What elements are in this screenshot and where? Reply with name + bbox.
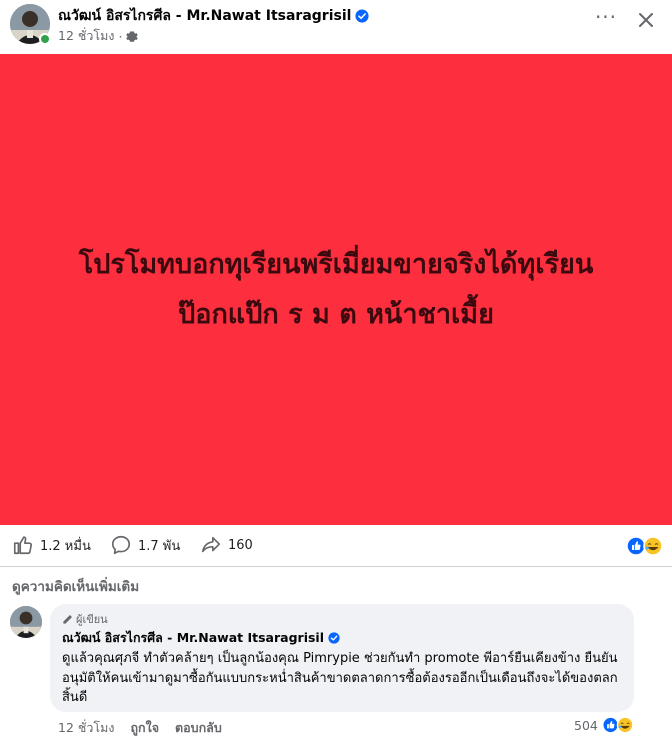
comment-reaction-icons	[602, 716, 634, 734]
engagement-bar: 1.2 หมื่น 1.7 พัน 160	[0, 528, 672, 566]
comment-count: 1.7 พัน	[138, 538, 181, 554]
comment-bubble: ผู้เขียน ณวัฒน์ อิสรไกรศีล - Mr.Nawat It…	[50, 604, 634, 712]
online-status-dot	[39, 33, 51, 45]
audience-settings-icon[interactable]	[126, 30, 139, 42]
comment-like-button[interactable]: ถูกใจ	[130, 718, 159, 738]
comment-text: ดูแล้วคุณศุภจี ทำตัวคล้ายๆ เป็นลูกน้องคุ…	[62, 651, 618, 705]
commenter-avatar[interactable]	[10, 606, 42, 638]
share-count: 160	[228, 537, 253, 553]
more-options-button[interactable]: ···	[592, 7, 620, 30]
comment-button[interactable]: 1.7 พัน	[110, 534, 180, 556]
share-icon	[201, 536, 221, 553]
close-icon[interactable]	[634, 8, 658, 32]
post-meta: 12 ชั่วโมง ·	[58, 26, 139, 46]
author-badge: ผู้เขียน	[62, 610, 108, 628]
author-name-row: ณวัฒน์ อิสรไกรศีล - Mr.Nawat Itsaragrisi…	[58, 5, 369, 27]
like-button[interactable]: 1.2 หมื่น	[12, 534, 91, 556]
post-time[interactable]: 12 ชั่วโมง	[58, 26, 114, 46]
like-icon	[13, 536, 32, 555]
comment-reactions[interactable]: 504	[574, 716, 638, 734]
like-count: 1.2 หมื่น	[40, 538, 91, 554]
pencil-icon	[63, 614, 72, 624]
comment-reaction-count: 504	[574, 717, 598, 733]
author-badge-label: ผู้เขียน	[76, 613, 108, 626]
section-divider	[0, 566, 672, 567]
reaction-summary-icons[interactable]	[626, 536, 668, 556]
comment-author-row: ณวัฒน์ อิสรไกรศีล - Mr.Nawat Itsaragrisi…	[62, 628, 340, 648]
comment-actions: 12 ชั่วโมง ถูกใจ ตอบกลับ	[58, 718, 222, 738]
post-header: ณวัฒน์ อิสรไกรศีล - Mr.Nawat Itsaragrisi…	[0, 0, 672, 52]
banner-text-line-1: โปรโมทบอกทุเรียนพรีเมี่ยมขายจริงได้ทุเรี…	[78, 248, 594, 280]
share-button[interactable]: 160	[200, 534, 253, 556]
post-image-banner[interactable]: โปรโมทบอกทุเรียนพรีเมี่ยมขายจริงได้ทุเรี…	[0, 54, 672, 525]
banner-text-line-2: ป๊อกแป๊ก ร ม ต หน้าชาเมื้ย	[178, 298, 494, 330]
comment-author-name[interactable]: ณวัฒน์ อิสรไกรศีล - Mr.Nawat Itsaragrisi…	[62, 628, 324, 648]
comment-time[interactable]: 12 ชั่วโมง	[58, 718, 114, 738]
author-avatar[interactable]	[10, 4, 51, 45]
author-name[interactable]: ณวัฒน์ อิสรไกรศีล - Mr.Nawat Itsaragrisi…	[58, 5, 351, 27]
comment-icon	[111, 535, 131, 555]
verified-badge-icon	[355, 9, 369, 23]
meta-separator: ·	[118, 28, 123, 44]
comment-reply-button[interactable]: ตอบกลับ	[175, 718, 222, 738]
verified-badge-icon	[328, 632, 340, 644]
view-more-comments-link[interactable]: ดูความคิดเห็นเพิ่มเติม	[12, 575, 139, 597]
